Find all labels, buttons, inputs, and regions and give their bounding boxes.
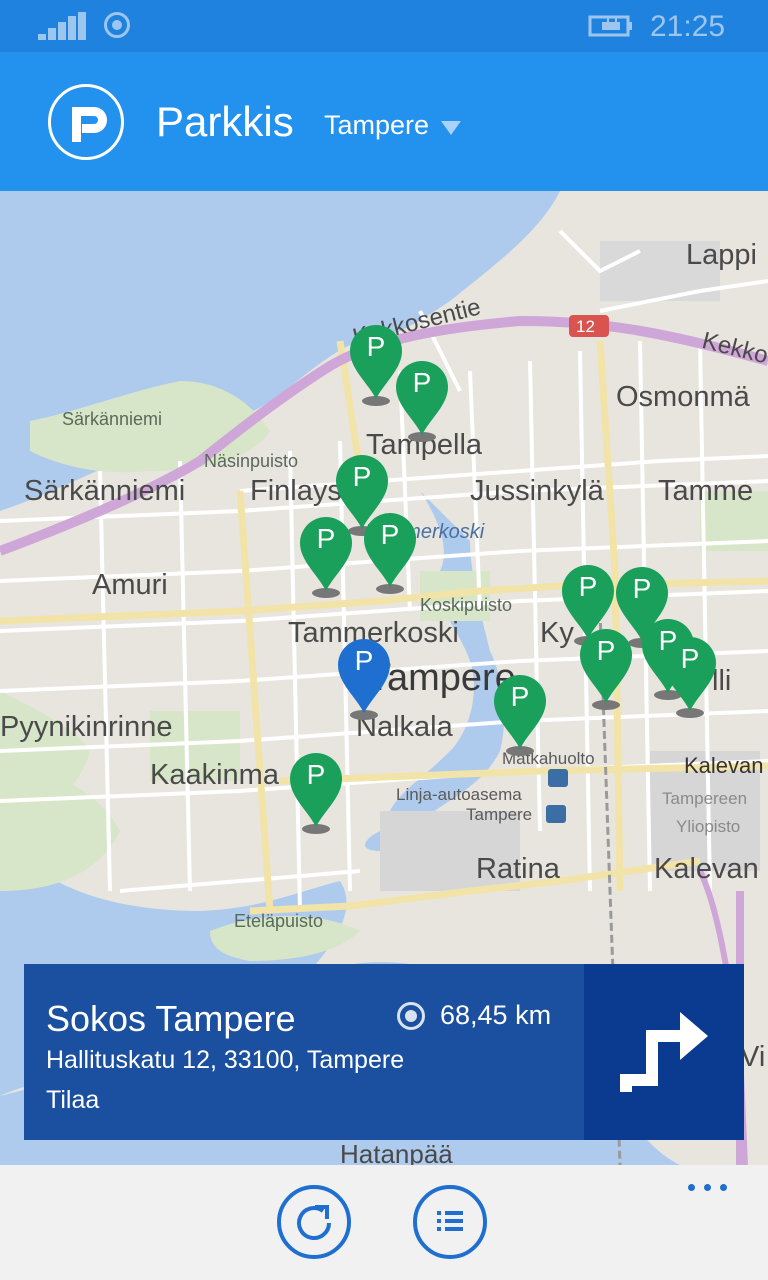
- map-label-ratina: Ratina: [476, 853, 560, 885]
- parking-marker[interactable]: P: [662, 635, 718, 719]
- map-label-amuri: Amuri: [92, 569, 168, 601]
- parking-marker-label: P: [306, 759, 326, 790]
- map-label-finlayson: Finlays: [250, 475, 342, 507]
- parking-address: Hallituskatu 12, 33100, Tampere: [46, 1046, 405, 1074]
- map-label-kaakinmaa: Kaakinma: [150, 759, 279, 791]
- status-bar: 21:25: [0, 0, 768, 52]
- parking-marker-label: P: [412, 367, 432, 398]
- parking-marker-label: P: [354, 645, 374, 676]
- refresh-button[interactable]: [277, 1185, 351, 1259]
- parking-status: Tilaa: [46, 1086, 100, 1114]
- map-label-sarkanniemi-park: Särkänniemi: [62, 409, 163, 429]
- map-label-yliopisto: Yliopisto: [676, 817, 741, 836]
- road-number-label: 12: [576, 317, 595, 336]
- map-label-tammela: Tamme: [658, 475, 754, 507]
- map-label-pyynikinrinne: Pyynikinrinne: [0, 711, 173, 743]
- map-label-hatanpaa: Hatanpää: [340, 1139, 453, 1165]
- parking-marker-label: P: [578, 571, 598, 602]
- bus-station-icon: [548, 769, 568, 787]
- map-label-jussinkyla: Jussinkylä: [470, 475, 604, 507]
- directions-button[interactable]: [584, 964, 744, 1140]
- more-icon: [704, 1184, 711, 1191]
- more-icon: [688, 1184, 695, 1191]
- parking-info-card[interactable]: Sokos Tampere 68,45 km Hallituskatu 12, …: [24, 964, 744, 1140]
- app-title: Parkkis: [156, 98, 294, 145]
- list-icon: [437, 1211, 463, 1231]
- parkkis-logo: [48, 84, 124, 160]
- battery-charging-icon: [588, 15, 632, 37]
- dropdown-arrow-icon: [441, 120, 462, 135]
- more-options-button[interactable]: [684, 1177, 734, 1197]
- map-label-linja-autoasema: Linja-autoasema: [396, 785, 522, 804]
- parking-distance: 68,45 km: [440, 1000, 552, 1030]
- map-label-nasinpuisto: Näsinpuisto: [204, 451, 299, 471]
- more-icon: [720, 1184, 727, 1191]
- list-view-button[interactable]: [413, 1185, 487, 1259]
- bus-station-icon: [546, 805, 566, 823]
- city-selector[interactable]: Tampere: [324, 110, 462, 141]
- map-label-osmonmaki: Osmonmä: [616, 381, 750, 413]
- map-label-kalevantie: Kalevan: [684, 753, 764, 778]
- map-label-sarkanniemi: Särkänniemi: [24, 475, 186, 507]
- map-label-linja-tampere: Tampere: [466, 805, 533, 824]
- directions-icon: [620, 1012, 708, 1092]
- app-bar: [0, 1165, 768, 1280]
- selected-parking-marker[interactable]: P: [336, 637, 392, 721]
- app-header: Parkkis Tampere: [0, 52, 768, 191]
- parking-name: Sokos Tampere: [46, 998, 296, 1039]
- parking-marker-label: P: [380, 519, 400, 550]
- parking-marker-label: P: [316, 523, 336, 554]
- parking-marker-label: P: [510, 681, 530, 712]
- location-icon: [104, 12, 130, 38]
- parking-marker[interactable]: P: [362, 511, 418, 595]
- parking-marker-label: P: [596, 635, 616, 666]
- parking-logo-icon: [72, 107, 107, 142]
- map-label-tampereen: Tampereen: [662, 789, 748, 808]
- parking-marker-label: P: [680, 643, 700, 674]
- map-label-etelapuisto: Eteläpuisto: [234, 911, 324, 931]
- refresh-icon: [297, 1205, 331, 1240]
- location-icon: [397, 1002, 425, 1030]
- parking-marker-label: P: [632, 573, 652, 604]
- parking-marker[interactable]: P: [298, 515, 354, 599]
- map-label-kaleva: Kalevan: [654, 853, 759, 885]
- parking-marker[interactable]: P: [492, 673, 548, 757]
- parking-marker[interactable]: P: [578, 627, 634, 711]
- clock: 21:25: [650, 10, 726, 43]
- parking-marker-label: P: [352, 461, 372, 492]
- city-selector-label: Tampere: [324, 110, 430, 140]
- map-label-lappi: Lappi: [686, 239, 757, 271]
- parking-marker[interactable]: P: [394, 359, 450, 443]
- map-label-koskipuisto: Koskipuisto: [420, 595, 513, 615]
- parking-marker[interactable]: P: [288, 751, 344, 835]
